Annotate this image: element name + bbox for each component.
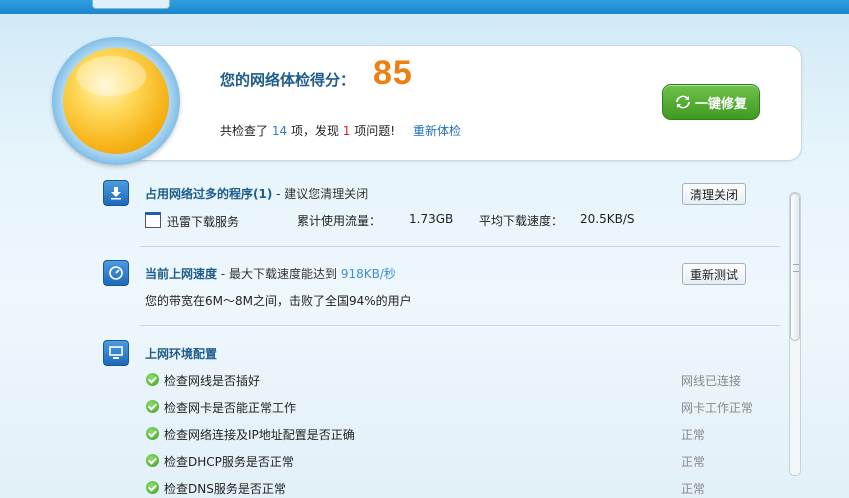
env-item-status: 网卡工作正常 [681,401,754,415]
programs-subtitle: - 建议您清理关闭 [272,187,369,201]
programs-section-title: 占用网络过多的程序(1) - 建议您清理关闭 [145,185,368,202]
summary-suffix: 项问题! [354,124,396,138]
usage-label: 累计使用流量： [297,214,382,228]
env-item-status: 正常 [681,428,706,442]
recheck-link[interactable]: 重新体检 [413,122,461,139]
speedometer-icon [103,260,129,286]
check-icon [146,454,159,467]
scrollbar[interactable] [789,192,801,476]
speed-subtitle-prefix: - 最大下载速度能达到 [217,267,337,281]
check-icon [146,373,159,386]
summary-prefix: 共检查了 [220,124,269,138]
score-label: 您的网络体检得分： [220,71,356,89]
fix-button-label: 一键修复 [694,96,747,112]
env-item-label: 检查网络连接及IP地址配置是否正确 [164,428,355,442]
grip-icon [793,264,799,272]
max-speed-value: 918KB/秒 [340,267,396,281]
env-item-status: 正常 [681,482,706,496]
checked-count: 14 [271,124,288,138]
window-tab[interactable] [92,0,170,9]
section-divider [140,325,780,326]
download-icon [103,180,129,206]
summary-mid: 项，发现 [290,124,339,138]
program-row: 迅雷下载服务 [145,212,239,230]
issue-count: 1 [342,124,351,138]
env-item-status: 网线已连接 [681,374,742,388]
score-orb-highlight [76,56,146,96]
speed-section-title: 当前上网速度 - 最大下载速度能达到 918KB/秒 [145,265,396,282]
env-item-label: 检查DNS服务是否正常 [164,482,286,496]
one-click-fix-button[interactable]: 一键修复 [662,84,760,120]
env-item-label: 检查网卡是否能正常工作 [164,401,297,415]
computer-icon [103,340,129,366]
env-item-label: 检查网线是否插好 [164,374,261,388]
scrollbar-thumb[interactable] [790,193,800,341]
env-item-label: 检查DHCP服务是否正常 [164,455,294,469]
window-app-icon [145,212,161,228]
check-icon [146,481,159,494]
refresh-icon [675,95,690,109]
check-summary: 共检查了 14 项，发现 1 项问题! [220,122,395,139]
programs-title: 占用网络过多的程序(1) [145,187,273,201]
env-item-status: 正常 [681,455,706,469]
speed-label: 平均下载速度： [479,214,564,228]
check-icon [146,427,159,440]
usage-value: 1.73GB [409,212,454,226]
bandwidth-detail: 您的带宽在6M～8M之间，击败了全国94%的用户 [145,294,412,308]
score-value: 85 [373,54,413,92]
speed-title: 当前上网速度 [145,267,218,281]
program-name: 迅雷下载服务 [167,215,240,229]
clean-close-button[interactable]: 清理关闭 [682,183,746,205]
env-title: 上网环境配置 [145,347,218,361]
retest-button[interactable]: 重新测试 [682,263,746,285]
speed-value: 20.5KB/S [580,212,635,226]
check-icon [146,400,159,413]
section-divider [140,246,780,247]
